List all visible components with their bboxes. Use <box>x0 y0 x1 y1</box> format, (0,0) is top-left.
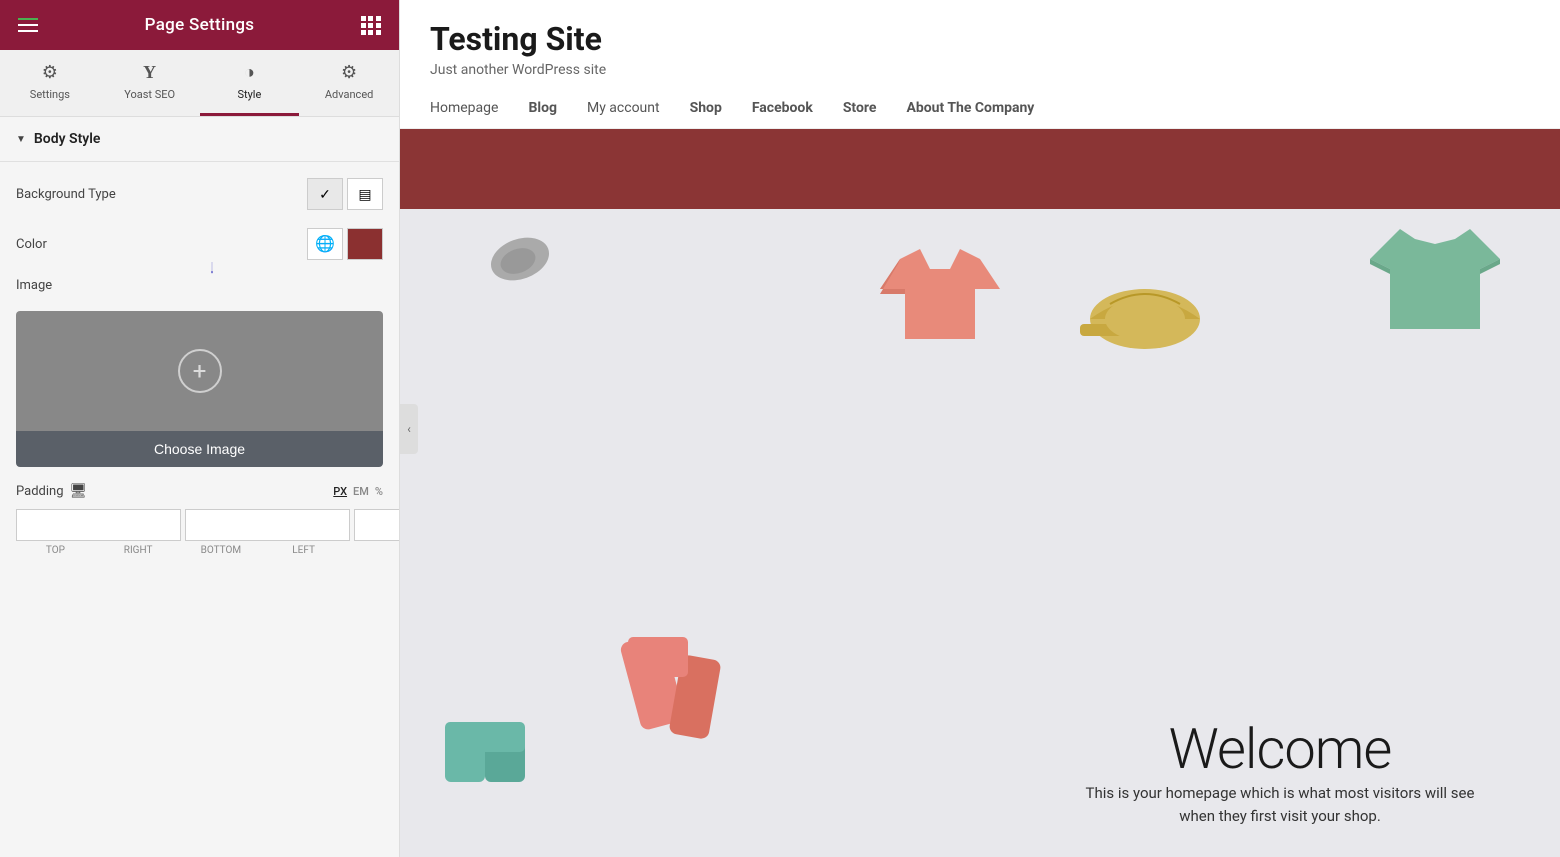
padding-unit-percent[interactable]: % <box>375 485 383 498</box>
collapse-handle[interactable]: ‹ <box>400 404 418 454</box>
tab-yoast-seo[interactable]: Y Yoast SEO <box>100 50 200 116</box>
background-type-image-btn[interactable]: ▤ <box>347 178 383 210</box>
tab-advanced-label: Advanced <box>325 88 373 101</box>
nav-homepage[interactable]: Homepage <box>430 100 498 116</box>
nav-facebook[interactable]: Facebook <box>752 100 813 116</box>
welcome-text-area: Welcome This is your homepage which is w… <box>1080 716 1480 827</box>
padding-inputs: 🔗 <box>16 509 383 541</box>
section-title: Body Style <box>34 131 101 147</box>
nav-shop[interactable]: Shop <box>690 100 722 116</box>
advanced-tab-icon: ⚙ <box>341 62 357 83</box>
panel-header: Page Settings <box>0 0 399 50</box>
color-label: Color <box>16 237 47 252</box>
settings-tab-icon: ⚙ <box>42 62 58 83</box>
padding-right-label: RIGHT <box>99 545 178 556</box>
padding-right-input[interactable] <box>185 509 350 541</box>
color-swatch[interactable] <box>347 228 383 260</box>
shirt-gray-svg <box>480 219 560 299</box>
site-title: Testing Site <box>430 20 1530 58</box>
section-arrow-icon: ▼ <box>16 134 26 145</box>
padding-monitor-icon: 🖥 <box>70 483 88 499</box>
padding-header: Padding 🖥 PX EM % <box>16 483 383 499</box>
shop-section: Welcome This is your homepage which is w… <box>400 209 1560 857</box>
choose-image-button[interactable]: Choose Image <box>16 431 383 467</box>
color-global-btn[interactable]: 🌐 <box>307 228 343 260</box>
nav-about-company[interactable]: About The Company <box>906 100 1034 116</box>
padding-top-input[interactable] <box>16 509 181 541</box>
padding-unit-buttons: PX EM % <box>333 485 383 498</box>
color-controls: 🌐 <box>307 228 383 260</box>
navigation-bar: Homepage Blog My account Shop Facebook S… <box>400 88 1560 129</box>
longsleeve-green-svg <box>1370 219 1500 339</box>
shorts-teal-svg <box>440 717 540 817</box>
nav-store[interactable]: Store <box>843 100 877 116</box>
clothing-items: Welcome This is your homepage which is w… <box>400 209 1560 857</box>
tab-style-label: Style <box>237 88 261 101</box>
tshirt-pink-svg <box>880 239 1000 349</box>
add-image-icon: + <box>178 349 222 393</box>
yoast-tab-icon: Y <box>143 62 156 83</box>
tab-style[interactable]: ◑ Style <box>200 50 300 116</box>
welcome-title: Welcome <box>1080 716 1480 782</box>
tab-advanced[interactable]: ⚙ Advanced <box>299 50 399 116</box>
grid-icon[interactable] <box>361 16 381 35</box>
padding-unit-em[interactable]: EM <box>353 485 369 498</box>
preview-panel: ‹ Testing Site Just another WordPress si… <box>400 0 1560 857</box>
tab-settings-label: Settings <box>30 88 70 101</box>
image-label: Image <box>16 278 52 293</box>
padding-label: Padding 🖥 <box>16 483 87 499</box>
image-upload-area[interactable]: + <box>16 311 383 431</box>
background-type-label: Background Type <box>16 187 116 202</box>
hero-section <box>400 129 1560 209</box>
padding-top-label: TOP <box>16 545 95 556</box>
style-tab-icon: ◑ <box>244 62 255 83</box>
cap-yellow-svg <box>1080 259 1210 359</box>
nav-blog[interactable]: Blog <box>528 100 557 116</box>
padding-section: Padding 🖥 PX EM % 🔗 <box>16 483 383 556</box>
image-row: Image <box>16 278 383 293</box>
padding-left-label: LEFT <box>264 545 343 556</box>
padding-bottom-label: BOTTOM <box>182 545 261 556</box>
background-type-controls: ✓ ▤ <box>307 178 383 210</box>
padding-unit-px[interactable]: PX <box>333 485 347 498</box>
tab-yoast-label: Yoast SEO <box>124 88 175 101</box>
hamburger-icon[interactable] <box>18 18 38 32</box>
blue-arrow-annotation <box>211 218 213 318</box>
tab-settings[interactable]: ⚙ Settings <box>0 50 100 116</box>
panel-content: ▼ Body Style Background Type ✓ ▤ Color 🌐 <box>0 117 399 857</box>
padding-text: Padding <box>16 484 64 499</box>
background-type-row: Background Type ✓ ▤ <box>16 178 383 210</box>
settings-panel: Page Settings ⚙ Settings Y Yoast SEO ◑ S… <box>0 0 400 857</box>
image-upload-container: + Choose Image <box>16 311 383 467</box>
panel-tabs: ⚙ Settings Y Yoast SEO ◑ Style ⚙ Advance… <box>0 50 399 117</box>
padding-field-labels: TOP RIGHT BOTTOM LEFT <box>16 545 383 556</box>
background-type-color-btn[interactable]: ✓ <box>307 178 343 210</box>
section-body: Background Type ✓ ▤ Color 🌐 Image <box>0 162 399 572</box>
site-subtitle: Just another WordPress site <box>430 62 1530 78</box>
welcome-subtitle: This is your homepage which is what most… <box>1080 782 1480 827</box>
nav-my-account[interactable]: My account <box>587 100 660 116</box>
pants-pink-svg <box>620 637 740 777</box>
body-style-section-header[interactable]: ▼ Body Style <box>0 117 399 162</box>
color-row: Color 🌐 <box>16 228 383 260</box>
panel-title: Page Settings <box>145 15 255 35</box>
site-header: Testing Site Just another WordPress site <box>400 0 1560 88</box>
padding-bottom-input[interactable] <box>354 509 399 541</box>
